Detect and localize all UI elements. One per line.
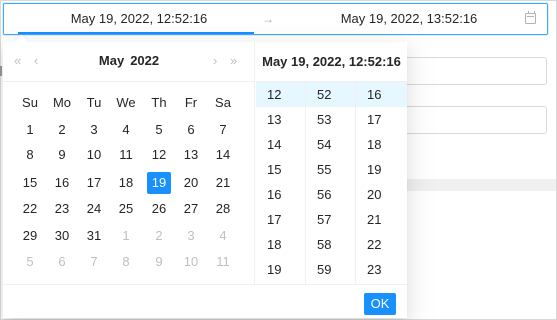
arrow-right-icon: →: [262, 12, 274, 26]
second-option[interactable]: 19: [356, 157, 407, 182]
double-chevron-left-icon[interactable]: «: [14, 53, 21, 69]
day-cell[interactable]: 24: [82, 198, 106, 220]
day-cell[interactable]: 20: [179, 172, 203, 194]
time-panel-header: May 19, 2022, 12:52:16: [256, 42, 407, 82]
second-option[interactable]: 16: [356, 82, 407, 107]
hour-option[interactable]: 16: [256, 182, 305, 207]
day-cell[interactable]: 30: [50, 225, 74, 247]
second-option[interactable]: 18: [356, 132, 407, 157]
day-cell[interactable]: 8: [18, 144, 42, 166]
background-input-1[interactable]: [404, 57, 547, 85]
weekday-label: Mo: [52, 95, 72, 110]
second-option[interactable]: 23: [356, 257, 407, 282]
chevron-right-icon[interactable]: ›: [213, 53, 217, 69]
selected-day-cell[interactable]: 19: [147, 172, 171, 194]
hour-option[interactable]: 12: [256, 82, 305, 107]
second-option[interactable]: 22: [356, 232, 407, 257]
day-cell[interactable]: 4: [114, 119, 138, 141]
year-selector[interactable]: 2022: [130, 53, 159, 68]
day-cell[interactable]: 9: [50, 144, 74, 166]
hour-column[interactable]: 12 13 14 15 16 17 18 19: [256, 82, 306, 284]
minute-option[interactable]: 55: [306, 157, 355, 182]
picker-footer: OK: [3, 284, 407, 318]
chevron-left-icon[interactable]: ‹: [34, 53, 38, 69]
date-range-input[interactable]: May 19, 2022, 12:52:16 → May 19, 2022, 1…: [3, 3, 548, 35]
day-cell[interactable]: 22: [18, 198, 42, 220]
range-start-input[interactable]: May 19, 2022, 12:52:16: [18, 4, 260, 34]
minute-option[interactable]: 54: [306, 132, 355, 157]
day-cell[interactable]: 2: [147, 225, 171, 247]
weekday-label: Su: [22, 95, 38, 110]
day-cell[interactable]: 4: [211, 225, 235, 247]
day-cell[interactable]: 21: [211, 172, 235, 194]
second-option[interactable]: 17: [356, 107, 407, 132]
day-cell[interactable]: 3: [179, 225, 203, 247]
hour-option[interactable]: 13: [256, 107, 305, 132]
calendar-title: May 2022: [59, 53, 199, 69]
date-time-picker-popup: « ‹ May 2022 › » Su Mo Tu We Th Fr Sa 123456789…: [3, 34, 407, 318]
day-cell[interactable]: 27: [179, 198, 203, 220]
day-cell[interactable]: 3: [82, 119, 106, 141]
day-cell[interactable]: 10: [179, 251, 203, 273]
day-cell[interactable]: 15: [18, 172, 42, 194]
day-cell[interactable]: 16: [50, 172, 74, 194]
background-strip: [404, 179, 556, 191]
day-cell[interactable]: 12: [147, 144, 171, 166]
hour-option[interactable]: 15: [256, 157, 305, 182]
day-cell[interactable]: 6: [179, 119, 203, 141]
background-input-2[interactable]: [404, 106, 547, 134]
day-cell[interactable]: 5: [147, 119, 171, 141]
month-selector[interactable]: May: [99, 53, 124, 68]
second-option[interactable]: 20: [356, 182, 407, 207]
day-cell[interactable]: 1: [114, 225, 138, 247]
minute-option[interactable]: 53: [306, 107, 355, 132]
weekday-label: Fr: [184, 95, 198, 110]
day-cell[interactable]: 9: [147, 251, 171, 273]
calendar-icon[interactable]: [525, 11, 536, 24]
day-cell[interactable]: 11: [211, 251, 235, 273]
day-cell[interactable]: 28: [211, 198, 235, 220]
minute-option[interactable]: 59: [306, 257, 355, 282]
day-cell[interactable]: 1: [18, 119, 42, 141]
hour-option[interactable]: 18: [256, 232, 305, 257]
active-input-indicator: [18, 32, 254, 34]
day-cell[interactable]: 31: [82, 225, 106, 247]
day-cell[interactable]: 6: [50, 251, 74, 273]
day-cell[interactable]: 13: [179, 144, 203, 166]
day-cell[interactable]: 25: [114, 198, 138, 220]
day-cell[interactable]: 23: [50, 198, 74, 220]
day-cell[interactable]: 7: [211, 119, 235, 141]
minute-option[interactable]: 58: [306, 232, 355, 257]
hour-option[interactable]: 19: [256, 257, 305, 282]
day-cell[interactable]: 2: [50, 119, 74, 141]
calendar-header: « ‹ May 2022 › »: [3, 42, 255, 82]
day-cell[interactable]: 17: [82, 172, 106, 194]
minute-option[interactable]: 57: [306, 207, 355, 232]
day-cell[interactable]: 29: [18, 225, 42, 247]
minute-option[interactable]: 52: [306, 82, 355, 107]
minute-option[interactable]: 56: [306, 182, 355, 207]
double-chevron-right-icon[interactable]: »: [230, 53, 237, 69]
weekday-label: Tu: [86, 95, 102, 110]
calendar-panel: « ‹ May 2022 › » Su Mo Tu We Th Fr Sa 123456789…: [3, 42, 255, 284]
day-cell[interactable]: 18: [114, 172, 138, 194]
second-option[interactable]: 21: [356, 207, 407, 232]
hour-option[interactable]: 17: [256, 207, 305, 232]
second-column[interactable]: 16 17 18 19 20 21 22 23: [356, 82, 407, 284]
day-cell[interactable]: 10: [82, 144, 106, 166]
range-end-input[interactable]: May 19, 2022, 13:52:16: [294, 4, 524, 34]
day-cell[interactable]: 5: [18, 251, 42, 273]
weekday-label: We: [116, 95, 136, 110]
ok-button[interactable]: OK: [364, 293, 396, 315]
day-cell[interactable]: 11: [114, 144, 138, 166]
day-cell[interactable]: 7: [82, 251, 106, 273]
day-cell[interactable]: 8: [114, 251, 138, 273]
day-cell[interactable]: 14: [211, 144, 235, 166]
hour-option[interactable]: 14: [256, 132, 305, 157]
day-cell[interactable]: 26: [147, 198, 171, 220]
weekday-label: Th: [151, 95, 167, 110]
weekday-label: Sa: [215, 95, 231, 110]
minute-column[interactable]: 52 53 54 55 56 57 58 59: [306, 82, 356, 284]
